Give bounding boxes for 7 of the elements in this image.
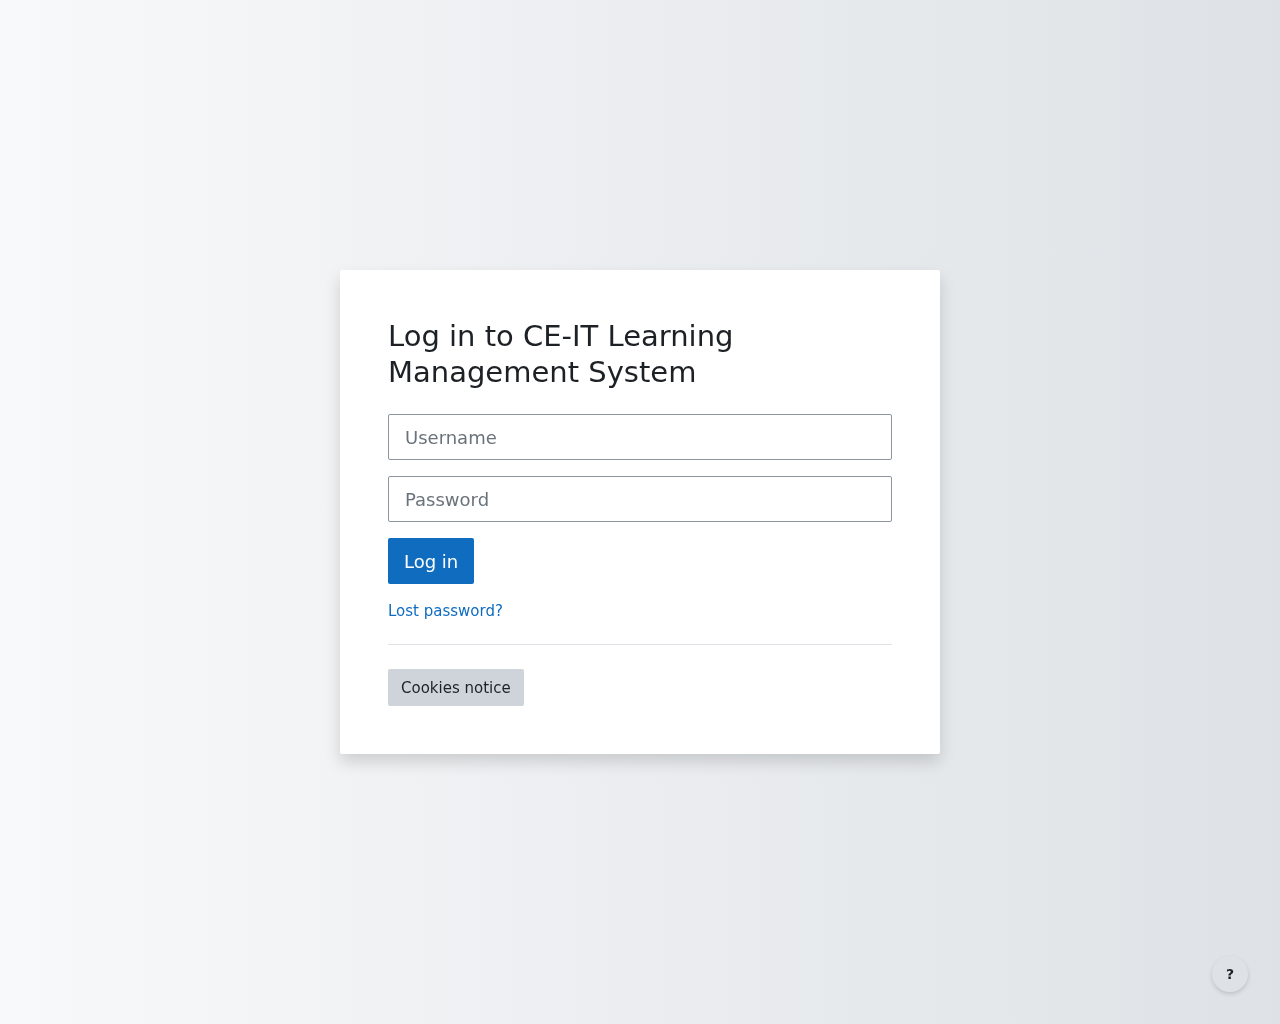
password-field[interactable]: Password [388, 476, 892, 522]
login-title: Log in to CE-IT Learning Management System [388, 318, 735, 390]
login-button[interactable]: Log in [388, 538, 475, 584]
lost-password-link[interactable]: Lost password? [388, 602, 503, 620]
help-button[interactable]: ? [1212, 956, 1248, 992]
cookies-notice-button[interactable]: Cookies notice [388, 669, 524, 706]
username-field[interactable]: Username [388, 414, 892, 460]
